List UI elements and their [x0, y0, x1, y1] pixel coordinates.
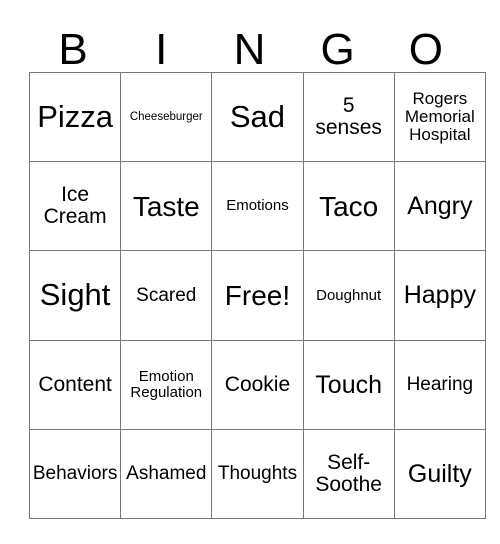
bingo-cell-label: Happy [403, 281, 476, 310]
bingo-cell[interactable]: Ashamed [120, 428, 213, 519]
bingo-header-letter-n: N [205, 16, 293, 72]
bingo-cell-label: Pizza [37, 98, 113, 134]
bingo-header-letter-o: O [382, 16, 470, 72]
bingo-cell[interactable]: Rogers Memorial Hospital [393, 71, 486, 163]
header-letter: G [320, 25, 355, 74]
bingo-cell-free[interactable]: Free! [211, 250, 304, 341]
bingo-cell-label: Doughnut [316, 286, 382, 304]
bingo-cell[interactable]: Sad [211, 71, 304, 163]
bingo-cell[interactable]: Emotions [211, 161, 304, 252]
bingo-row: Behaviors Ashamed Thoughts Self- Soothe … [28, 428, 486, 519]
bingo-header-letter-i: I [117, 16, 205, 72]
header-letter: I [155, 25, 168, 74]
bingo-cell-label: Ice Cream [43, 183, 107, 229]
bingo-cell[interactable]: Thoughts [211, 428, 304, 519]
bingo-cell[interactable]: Behaviors [28, 428, 122, 519]
bingo-cell-label: 5 senses [315, 94, 382, 140]
bingo-cell-label: Emotions [226, 197, 289, 215]
bingo-cell-label: Touch [315, 370, 383, 399]
bingo-cell[interactable]: Guilty [393, 428, 486, 519]
bingo-cell[interactable]: Taco [302, 161, 395, 252]
bingo-cell[interactable]: Ice Cream [28, 161, 122, 252]
bingo-row: Content Emotion Regulation Cookie Touch … [28, 339, 486, 430]
bingo-cell[interactable]: Taste [120, 161, 213, 252]
bingo-cell[interactable]: Self- Soothe [302, 428, 395, 519]
bingo-cell-label: Taco [319, 190, 379, 222]
bingo-cell-label: Thoughts [217, 462, 298, 484]
bingo-cell[interactable]: Sight [28, 250, 122, 341]
bingo-cell-label: Sight [39, 277, 111, 313]
bingo-cell-label: Cookie [224, 372, 291, 396]
bingo-card: B I N G O Pizza Cheeseburger Sad 5 sense… [0, 0, 500, 544]
header-letter: N [233, 25, 266, 74]
bingo-row: Ice Cream Taste Emotions Taco Angry [28, 161, 486, 252]
bingo-cell[interactable]: Touch [302, 339, 395, 430]
bingo-grid: Pizza Cheeseburger Sad 5 senses Rogers M… [28, 71, 486, 519]
bingo-cell-label: Ashamed [126, 462, 207, 484]
bingo-cell-label: Angry [407, 192, 473, 221]
bingo-header-letter-b: B [29, 16, 117, 72]
bingo-cell[interactable]: Happy [393, 250, 486, 341]
header-letter: O [408, 25, 443, 74]
bingo-cell-label: Taste [132, 190, 200, 222]
bingo-header-letter-g: G [294, 16, 382, 72]
bingo-cell-label: Behaviors [32, 462, 118, 484]
bingo-cell[interactable]: 5 senses [302, 71, 395, 163]
bingo-cell-label: Scared [136, 284, 197, 306]
bingo-cell[interactable]: Scared [120, 250, 213, 341]
bingo-cell-label: Guilty [407, 459, 472, 488]
bingo-cell[interactable]: Angry [393, 161, 486, 252]
bingo-cell-label: Free! [224, 279, 291, 311]
bingo-cell[interactable]: Content [28, 339, 122, 430]
bingo-cell-label: Content [38, 372, 112, 396]
bingo-cell-label: Self- Soothe [315, 450, 382, 496]
bingo-cell[interactable]: Emotion Regulation [120, 339, 213, 430]
bingo-cell-label: Emotion Regulation [130, 367, 203, 401]
bingo-row: Sight Scared Free! Doughnut Happy [28, 250, 486, 341]
bingo-cell-label: Rogers Memorial Hospital [404, 89, 475, 145]
bingo-cell[interactable]: Cookie [211, 339, 304, 430]
header-letter: B [58, 25, 88, 74]
bingo-cell-label: Hearing [406, 373, 474, 395]
bingo-cell-label: Cheeseburger [129, 111, 203, 124]
bingo-cell-label: Sad [229, 98, 286, 134]
bingo-cell[interactable]: Hearing [393, 339, 486, 430]
bingo-row: Pizza Cheeseburger Sad 5 senses Rogers M… [28, 71, 486, 163]
bingo-cell[interactable]: Cheeseburger [120, 71, 213, 163]
bingo-cell[interactable]: Pizza [28, 71, 122, 163]
bingo-cell[interactable]: Doughnut [302, 250, 395, 341]
bingo-header-row: B I N G O [29, 16, 470, 72]
